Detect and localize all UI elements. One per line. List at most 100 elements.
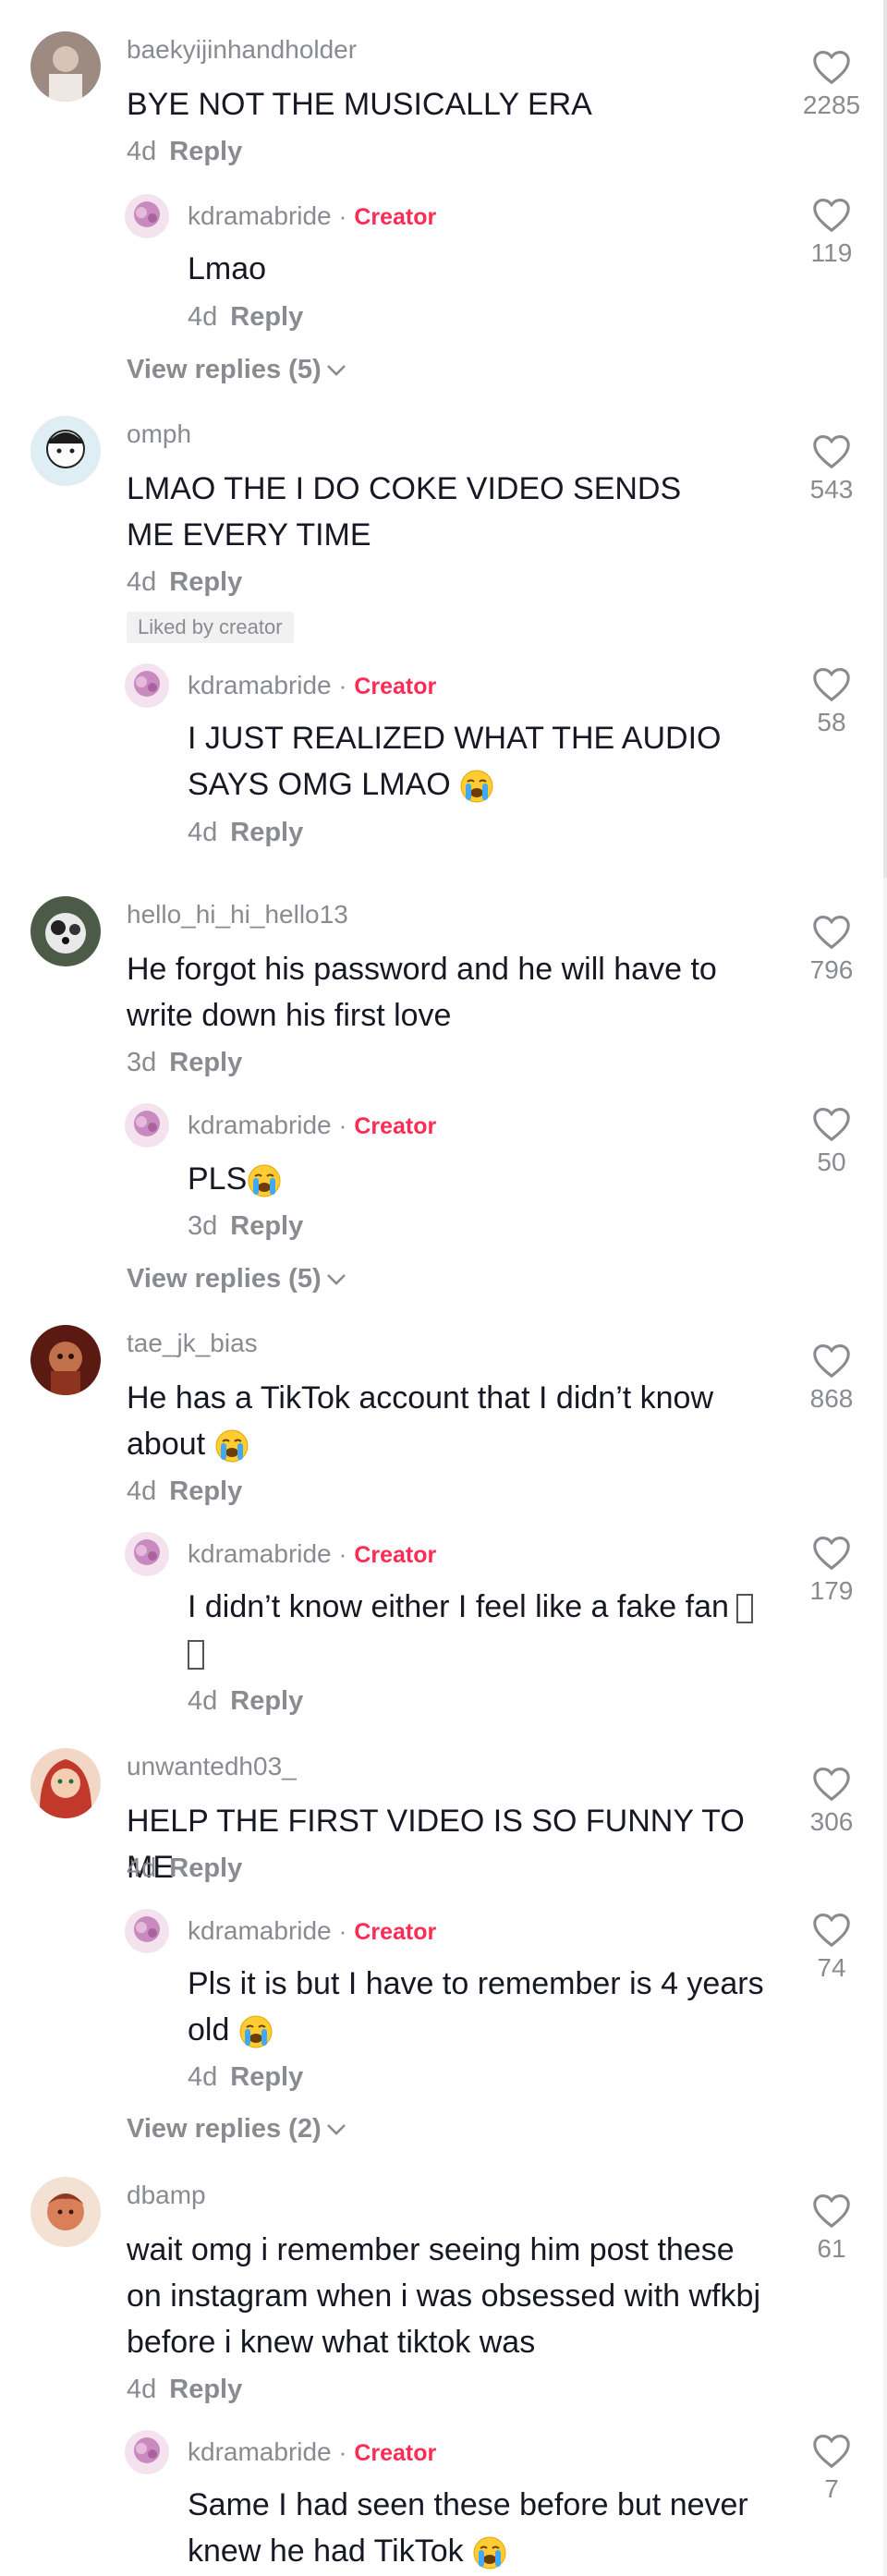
reply-button[interactable]: Reply <box>230 818 303 847</box>
heart-outline-icon <box>813 198 850 233</box>
reply-time: 4d <box>188 1686 218 1716</box>
like-button[interactable]: 58 <box>793 665 870 737</box>
comment-username[interactable]: unwantedh03_ <box>127 1752 297 1781</box>
like-count: 179 <box>809 1576 854 1605</box>
comment-username[interactable]: dbamp <box>127 2181 206 2210</box>
comment-username[interactable]: tae_jk_bias <box>127 1329 258 1358</box>
loudly-crying-face-icon <box>215 1429 249 1463</box>
heart-outline-icon <box>813 434 850 469</box>
avatar[interactable] <box>125 1103 169 1148</box>
loudly-crying-face-icon <box>239 2015 273 2048</box>
reply-time: 4d <box>188 2062 218 2092</box>
reply-username-row: kdramabride · Creator <box>188 1111 436 1140</box>
avatar[interactable] <box>30 31 101 102</box>
reply-button[interactable]: Reply <box>230 302 303 332</box>
reply-username[interactable]: kdramabride <box>188 2437 332 2466</box>
reply-text-content: Pls it is but I have to remember is 4 ye… <box>188 1966 764 2047</box>
avatar[interactable] <box>30 1325 101 1395</box>
reply-button[interactable]: Reply <box>169 567 242 597</box>
separator-dot: · <box>338 202 347 230</box>
reply-button[interactable]: Reply <box>169 1048 242 1077</box>
like-button[interactable]: 179 <box>793 1534 870 1606</box>
avatar[interactable] <box>30 1748 101 1818</box>
like-button[interactable]: 61 <box>793 2192 870 2264</box>
reply-text: Lmao <box>188 251 267 286</box>
reply-button[interactable]: Reply <box>169 1853 242 1883</box>
reply-username[interactable]: kdramabride <box>188 201 332 230</box>
comment-username[interactable]: hello_hi_hi_hello13 <box>127 900 348 930</box>
view-replies-button[interactable]: View replies (5) <box>127 1264 347 1294</box>
like-button[interactable]: 74 <box>793 1911 870 1983</box>
avatar[interactable] <box>125 194 169 238</box>
avatar[interactable] <box>30 2177 101 2247</box>
separator-dot: · <box>338 1540 347 1568</box>
reply-meta: 3d Reply <box>188 1211 303 1242</box>
like-count: 58 <box>817 708 846 736</box>
avatar[interactable] <box>125 663 169 708</box>
heart-outline-icon <box>813 1343 850 1379</box>
reply-username[interactable]: kdramabride <box>188 671 332 699</box>
view-replies-label: View replies (5) <box>127 1264 322 1294</box>
comment-text: LMAO THE I DO COKE VIDEO SENDS ME EVERY … <box>127 471 682 553</box>
chevron-down-icon <box>326 365 346 377</box>
reply-text-content: I didn’t know either I feel like a fake … <box>188 1589 729 1624</box>
avatar[interactable] <box>125 1532 169 1576</box>
reply-meta: 4d Reply <box>188 818 303 848</box>
avatar[interactable] <box>30 416 101 486</box>
like-button[interactable]: 306 <box>793 1765 870 1837</box>
comment-meta: 3d Reply <box>127 1048 242 1078</box>
like-count: 7 <box>824 2474 839 2503</box>
like-count: 306 <box>809 1807 854 1836</box>
comment-username[interactable]: omph <box>127 419 191 449</box>
reply-button[interactable]: Reply <box>230 1686 303 1716</box>
view-replies-button[interactable]: View replies (2) <box>127 2114 347 2145</box>
reply-username-row: kdramabride · Creator <box>188 1916 436 1946</box>
comment-time: 4d <box>127 2375 157 2404</box>
heart-outline-icon <box>813 1767 850 1802</box>
like-button[interactable]: 796 <box>793 913 870 985</box>
reply-username-row: kdramabride · Creator <box>188 201 436 231</box>
like-button[interactable]: 50 <box>793 1105 870 1177</box>
avatar[interactable] <box>30 896 101 966</box>
comment-time: 3d <box>127 1048 157 1077</box>
like-button[interactable]: 7 <box>793 2432 870 2504</box>
creator-badge: Creator <box>354 2440 437 2466</box>
reply-button[interactable]: Reply <box>230 2062 303 2092</box>
reply-username[interactable]: kdramabride <box>188 1916 332 1945</box>
reply-button[interactable]: Reply <box>169 2375 242 2404</box>
avatar[interactable] <box>125 2430 169 2474</box>
view-replies-label: View replies (5) <box>127 355 322 384</box>
reply-username[interactable]: kdramabride <box>188 1111 332 1139</box>
comment-meta: 4d Reply <box>127 1476 242 1507</box>
like-button[interactable]: 119 <box>793 196 870 268</box>
like-count: 119 <box>810 238 853 267</box>
like-count: 74 <box>817 1953 846 1982</box>
chevron-down-icon <box>326 2124 346 2136</box>
reply-button[interactable]: Reply <box>169 137 242 166</box>
like-count: 868 <box>809 1384 854 1413</box>
like-count: 61 <box>817 2234 846 2263</box>
reply-username[interactable]: kdramabride <box>188 1539 332 1568</box>
like-button[interactable]: 868 <box>793 1342 870 1414</box>
view-replies-button[interactable]: View replies (5) <box>127 355 347 385</box>
heart-outline-icon <box>813 915 850 950</box>
reply-time: 4d <box>188 302 218 332</box>
like-button[interactable]: 543 <box>793 432 870 504</box>
heart-outline-icon <box>813 1913 850 1948</box>
comment-username[interactable]: baekyijinhandholder <box>127 35 357 65</box>
avatar[interactable] <box>125 1909 169 1953</box>
reply-button[interactable]: Reply <box>230 1211 303 1241</box>
heart-outline-icon <box>813 1107 850 1142</box>
reply-meta: 4d Reply <box>188 2062 303 2093</box>
reply-text: I didn’t know either I feel like a fake … <box>188 1584 779 1676</box>
reply-meta: 4d Reply <box>188 302 303 333</box>
separator-dot: · <box>338 1112 347 1139</box>
creator-badge: Creator <box>354 204 437 230</box>
comment-time: 4d <box>127 1476 157 1506</box>
comment-meta: 4d Reply <box>127 1853 242 1884</box>
reply-text: PLS <box>188 1156 779 1202</box>
comment-meta: 4d Reply <box>127 2375 242 2405</box>
creator-badge: Creator <box>354 1919 437 1945</box>
like-button[interactable]: 2285 <box>793 48 870 120</box>
reply-button[interactable]: Reply <box>169 1476 242 1506</box>
